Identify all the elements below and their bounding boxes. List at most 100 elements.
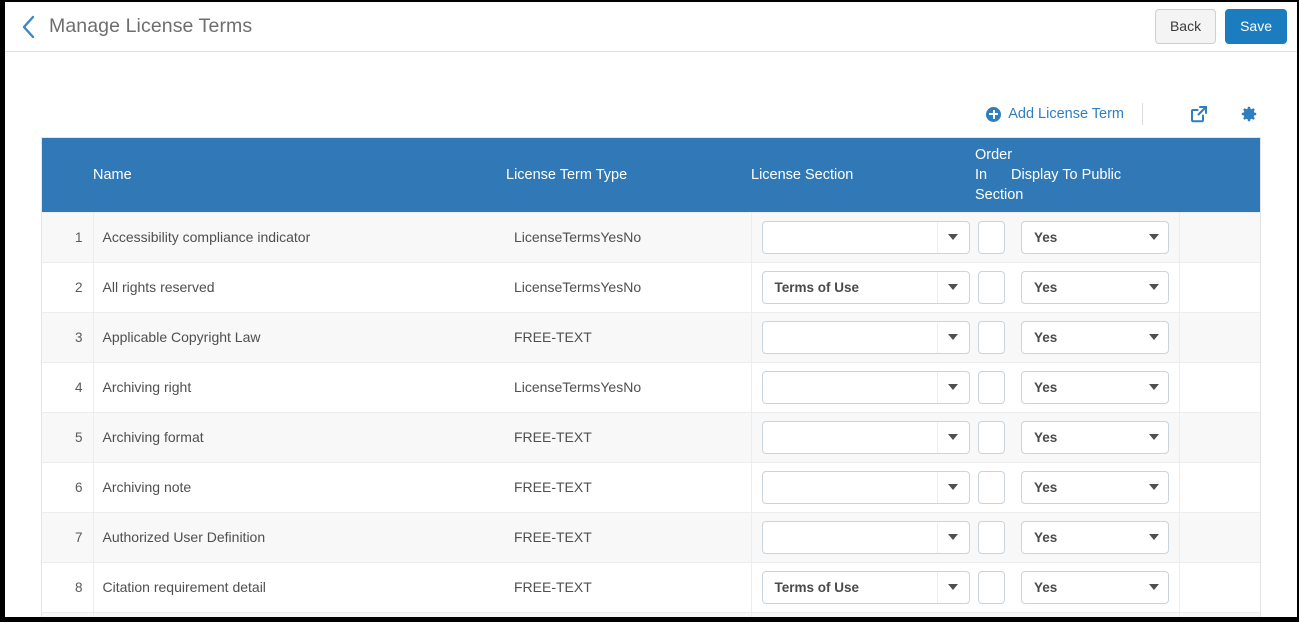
order-in-section-input[interactable] <box>978 270 1005 304</box>
chevron-down-icon[interactable] <box>1140 422 1168 453</box>
license-section-dropdown[interactable] <box>761 370 970 404</box>
display-to-public-dropdown[interactable]: Yes <box>1021 520 1169 554</box>
display-to-public-dropdown[interactable]: Yes <box>1021 270 1169 304</box>
back-button[interactable]: Back <box>1154 9 1217 44</box>
cell-name: Accessibility compliance indicator <box>93 211 506 262</box>
table-row[interactable]: 3 Applicable Copyright Law FREE-TEXT Yes <box>42 311 1260 362</box>
cell-license-term-type: FREE-TEXT <box>506 311 752 362</box>
order-in-section-input[interactable] <box>978 370 1005 404</box>
back-chevron-icon[interactable] <box>15 12 41 42</box>
table-row[interactable]: 6 Archiving note FREE-TEXT Yes <box>42 461 1260 512</box>
license-section-dropdown[interactable]: Terms of Use <box>761 570 970 604</box>
display-to-public-dropdown-value: Yes <box>1034 579 1058 595</box>
column-header-display-to-public[interactable]: Display To Public <box>1011 138 1179 212</box>
cell-order-in-section <box>975 311 1011 362</box>
license-section-dropdown[interactable]: Terms of Use <box>761 270 970 304</box>
cell-name: Archiving right <box>93 361 506 412</box>
cell-name: Applicable Copyright Law <box>93 311 506 362</box>
order-in-section-input[interactable] <box>978 220 1005 254</box>
cell-display-to-public: Yes <box>1011 311 1180 362</box>
cell-order-in-section <box>975 561 1011 612</box>
display-to-public-dropdown-value: Yes <box>1034 529 1058 545</box>
cell-blank <box>1179 211 1260 262</box>
display-to-public-dropdown-value: Yes <box>1034 379 1058 395</box>
column-header-license-term-type[interactable]: License Term Type <box>506 138 751 212</box>
chevron-down-icon[interactable] <box>936 271 969 303</box>
external-link-icon[interactable] <box>1187 102 1211 126</box>
grid-area: Add License Term Name License Term Type … <box>5 52 1297 617</box>
cell-license-section <box>751 211 975 262</box>
chevron-down-icon[interactable] <box>936 421 969 453</box>
license-section-dropdown[interactable] <box>761 520 970 554</box>
table-row[interactable]: 4 Archiving right LicenseTermsYesNo Yes <box>42 361 1260 412</box>
save-button[interactable]: Save <box>1225 9 1287 44</box>
table-row[interactable]: 9 <box>42 611 1260 617</box>
caret-glyph <box>948 484 958 490</box>
row-number: 1 <box>42 211 94 262</box>
chevron-down-icon[interactable] <box>1140 322 1168 353</box>
license-section-dropdown[interactable] <box>761 320 970 354</box>
license-section-dropdown[interactable] <box>761 420 970 454</box>
display-to-public-dropdown[interactable]: Yes <box>1021 470 1169 504</box>
column-header-rownum[interactable] <box>42 138 93 212</box>
cell-order-in-section <box>975 511 1011 562</box>
cell-license-term-type: FREE-TEXT <box>506 411 752 462</box>
chevron-down-icon[interactable] <box>936 521 969 553</box>
license-section-dropdown[interactable] <box>761 220 970 254</box>
table-row[interactable]: 1 Accessibility compliance indicator Licen… <box>42 211 1260 262</box>
chevron-down-icon[interactable] <box>936 221 969 253</box>
caret-glyph <box>1149 234 1159 240</box>
grid-toolbar: Add License Term <box>41 52 1261 137</box>
column-header-name[interactable]: Name <box>93 138 506 212</box>
order-in-section-input[interactable] <box>978 420 1005 454</box>
chevron-down-icon[interactable] <box>1140 222 1168 253</box>
chevron-down-icon[interactable] <box>936 371 969 403</box>
display-to-public-dropdown[interactable]: Yes <box>1021 370 1169 404</box>
caret-glyph <box>948 534 958 540</box>
table-row[interactable]: 5 Archiving format FREE-TEXT Yes <box>42 411 1260 462</box>
cell-license-section: Terms of Use <box>751 261 975 312</box>
cell-display-to-public: Yes <box>1011 411 1180 462</box>
order-in-section-input[interactable] <box>978 570 1005 604</box>
order-in-section-input[interactable] <box>978 320 1005 354</box>
cell-blank <box>1179 611 1260 617</box>
cell-license-term-type: FREE-TEXT <box>506 461 752 512</box>
cell-blank <box>1179 311 1260 362</box>
display-to-public-dropdown[interactable]: Yes <box>1021 570 1169 604</box>
chevron-down-icon[interactable] <box>1140 472 1168 503</box>
gear-icon[interactable] <box>1237 102 1261 126</box>
add-license-term-button[interactable]: Add License Term <box>986 106 1138 122</box>
caret-glyph <box>1149 334 1159 340</box>
cell-license-section <box>751 461 975 512</box>
chevron-down-icon[interactable] <box>1140 372 1168 403</box>
table-body: 1 Accessibility compliance indicator Licen… <box>42 211 1260 617</box>
chevron-down-icon[interactable] <box>1140 272 1168 303</box>
order-in-section-input[interactable] <box>978 520 1005 554</box>
page-header: Manage License Terms Back Save <box>5 2 1297 52</box>
chevron-down-icon[interactable] <box>936 321 969 353</box>
column-header-order-in-section[interactable]: Order In Section <box>975 138 1023 212</box>
display-to-public-dropdown-value: Yes <box>1034 279 1058 295</box>
cell-license-term-type: FREE-TEXT <box>506 561 752 612</box>
chevron-down-icon[interactable] <box>1140 572 1168 603</box>
row-number: 2 <box>42 261 94 312</box>
table-row[interactable]: 7 Authorized User Definition FREE-TEXT Yes <box>42 511 1260 562</box>
order-in-section-input[interactable] <box>978 470 1005 504</box>
table-row[interactable]: 8 Citation requirement detail FREE-TEXT Ter… <box>42 561 1260 612</box>
cell-license-term-type: FREE-TEXT <box>506 511 752 562</box>
license-section-dropdown[interactable] <box>761 470 970 504</box>
chevron-down-icon[interactable] <box>936 571 969 603</box>
add-license-term-label: Add License Term <box>1008 106 1124 122</box>
row-number: 4 <box>42 361 94 412</box>
display-to-public-dropdown[interactable]: Yes <box>1021 220 1169 254</box>
chevron-down-icon[interactable] <box>936 471 969 503</box>
chevron-down-icon[interactable] <box>1140 522 1168 553</box>
caret-glyph <box>948 334 958 340</box>
table-row[interactable]: 2 All rights reserved LicenseTermsYesNo Ter… <box>42 261 1260 312</box>
display-to-public-dropdown[interactable]: Yes <box>1021 320 1169 354</box>
column-header-license-section[interactable]: License Section <box>751 138 975 212</box>
display-to-public-dropdown[interactable]: Yes <box>1021 420 1169 454</box>
header-actions: Back Save <box>1154 9 1297 44</box>
caret-glyph <box>1149 434 1159 440</box>
cell-display-to-public: Yes <box>1011 211 1180 262</box>
